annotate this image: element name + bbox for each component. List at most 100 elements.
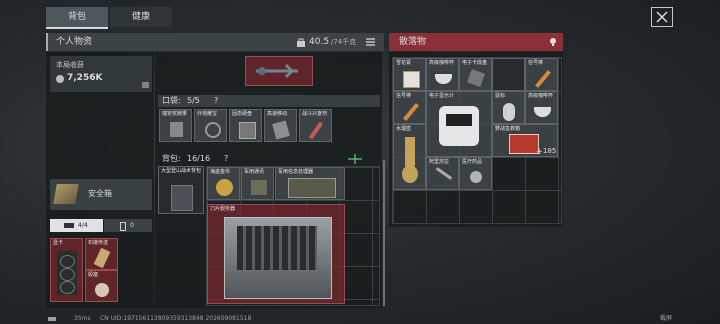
pocket-help[interactable]: ?	[214, 95, 218, 107]
earnings-label: 本局收获	[56, 61, 84, 69]
medkit-plus-icon: +	[536, 147, 543, 156]
battery-icon	[120, 222, 126, 231]
backpack-label: 背包:	[162, 154, 181, 163]
pocket-count: 5/5	[187, 96, 200, 105]
item-label: 固态硬盘	[232, 111, 253, 117]
weapon-icon	[256, 63, 298, 79]
details-icon[interactable]	[142, 82, 149, 88]
syringe-icon	[308, 121, 324, 140]
side-slot-plug[interactable]: 骰塞	[85, 270, 118, 302]
item-label: 阿里苏拉	[429, 159, 450, 165]
item-label: 外观耀宝	[197, 111, 218, 117]
gpu-icon	[57, 251, 77, 295]
loot-item[interactable]: 高级咖啡杯	[525, 91, 558, 124]
side-slot-transmitter[interactable]: 石墩传送	[85, 238, 118, 270]
safebox-slot[interactable]: 安全箱	[50, 179, 152, 210]
item-label: 大型登山战术背包	[161, 168, 202, 174]
pocket-item[interactable]: 瑞安奖牌果	[159, 109, 192, 142]
loot-item[interactable]: 信号棒	[525, 58, 558, 91]
weight-icon	[297, 38, 305, 47]
loot-item[interactable]: 鼠标	[492, 91, 525, 124]
item-label: 军用通讯	[244, 169, 265, 175]
status-right-text: 截屏	[660, 315, 673, 322]
item-label: 军用信息处理器	[278, 169, 314, 175]
pocket-item[interactable]: 战斗兴奋剂	[299, 109, 332, 142]
flare-icon	[403, 103, 419, 121]
item-label: 鼠标	[495, 93, 506, 99]
center-scrollbar[interactable]	[383, 160, 385, 306]
card-icon	[467, 69, 485, 87]
coin-icon	[56, 75, 64, 83]
loot-empty-slot[interactable]	[492, 58, 525, 91]
tab-health[interactable]: 健康	[110, 7, 172, 27]
gift-box-icon	[403, 71, 420, 88]
backpack-help[interactable]: ?	[224, 153, 228, 165]
loot-item[interactable]: 医疗药品	[459, 157, 492, 190]
loot-item-hookah[interactable]: 水烟壶	[393, 124, 426, 190]
list-icon[interactable]	[366, 38, 375, 46]
item-label: 高速移动	[267, 111, 288, 117]
loot-item[interactable]: 高级咖啡杯	[426, 58, 459, 91]
backpack-item-server[interactable]: 刀片服务器	[207, 204, 345, 304]
side-slot-label: 骰塞	[88, 272, 99, 278]
crosshair-icon[interactable]	[348, 154, 362, 164]
close-button[interactable]	[651, 7, 673, 27]
item-label: 野战急救箱	[495, 126, 521, 132]
item-label: 电子显示计	[429, 93, 455, 99]
medkit-icon	[509, 134, 539, 154]
loot-item[interactable]: 电子卡底盘	[459, 58, 492, 91]
side-slot-gpu[interactable]: 显卡	[50, 238, 83, 302]
loot-item[interactable]: 雪花膏	[393, 58, 426, 91]
item-label: 刀片服务器	[210, 206, 236, 212]
mini-tab-storage[interactable]: 0	[104, 219, 152, 232]
weight-max: /74千克	[331, 38, 357, 46]
coin-icon	[216, 179, 233, 196]
weapon-slot[interactable]	[245, 56, 313, 86]
medkit-count: 185	[543, 147, 557, 155]
tools-icon	[435, 167, 453, 180]
item-label: 医疗药品	[462, 159, 483, 165]
backpack-item[interactable]: 海盗金币	[207, 167, 240, 200]
flare-icon	[535, 70, 551, 88]
backpack-item[interactable]: 军用通讯	[241, 167, 274, 200]
safebox-label: 安全箱	[88, 189, 112, 198]
mouse-icon	[503, 103, 515, 121]
item-label: 信号棒	[528, 60, 544, 66]
item-label: 信号棒	[396, 93, 412, 99]
item-label: 电子卡底盘	[462, 60, 488, 66]
loot-item-display[interactable]: 电子显示计	[426, 91, 492, 157]
item-label: 海盗金币	[210, 169, 231, 175]
display-device-icon	[439, 106, 479, 146]
pocket-item[interactable]: 外观耀宝	[194, 109, 227, 142]
loot-item-medkit[interactable]: 野战急救箱 + 185	[492, 124, 558, 157]
earnings-value: 7,256K	[67, 73, 103, 83]
backpack-bag-slot[interactable]: 大型登山战术背包	[158, 166, 204, 214]
side-slot-label: 显卡	[53, 240, 64, 246]
chip-icon	[272, 120, 290, 140]
backpack-header: 背包: 16/16 ?	[158, 153, 380, 165]
backpack-count: 16/16	[187, 154, 211, 163]
circuit-board-icon	[288, 178, 336, 198]
mini-tab-weapons[interactable]: 4/4	[50, 219, 103, 232]
gun-icon	[64, 223, 74, 228]
close-icon	[656, 11, 668, 23]
loot-title: 散落物	[399, 37, 427, 47]
pocket-item[interactable]: 高速移动	[264, 109, 297, 142]
cup-icon	[534, 107, 551, 117]
pocket-label: 口袋:	[162, 96, 181, 105]
cup-icon	[435, 74, 452, 84]
device-icon	[170, 122, 183, 137]
backpack-item[interactable]: 军用信息处理器	[275, 167, 345, 200]
plug-icon	[95, 283, 109, 297]
bottle-icon	[93, 247, 111, 269]
loot-item[interactable]: 阿里苏拉	[426, 157, 459, 190]
drive-icon	[239, 122, 256, 139]
lightbulb-icon[interactable]	[549, 37, 557, 47]
radio-icon	[251, 180, 267, 195]
safebox-icon	[53, 184, 79, 204]
item-label: 高级咖啡杯	[528, 93, 554, 99]
pocket-item[interactable]: 固态硬盘	[229, 109, 262, 142]
bag-icon	[171, 185, 193, 211]
tab-backpack[interactable]: 背包	[46, 7, 108, 29]
loot-item[interactable]: 信号棒	[393, 91, 426, 124]
